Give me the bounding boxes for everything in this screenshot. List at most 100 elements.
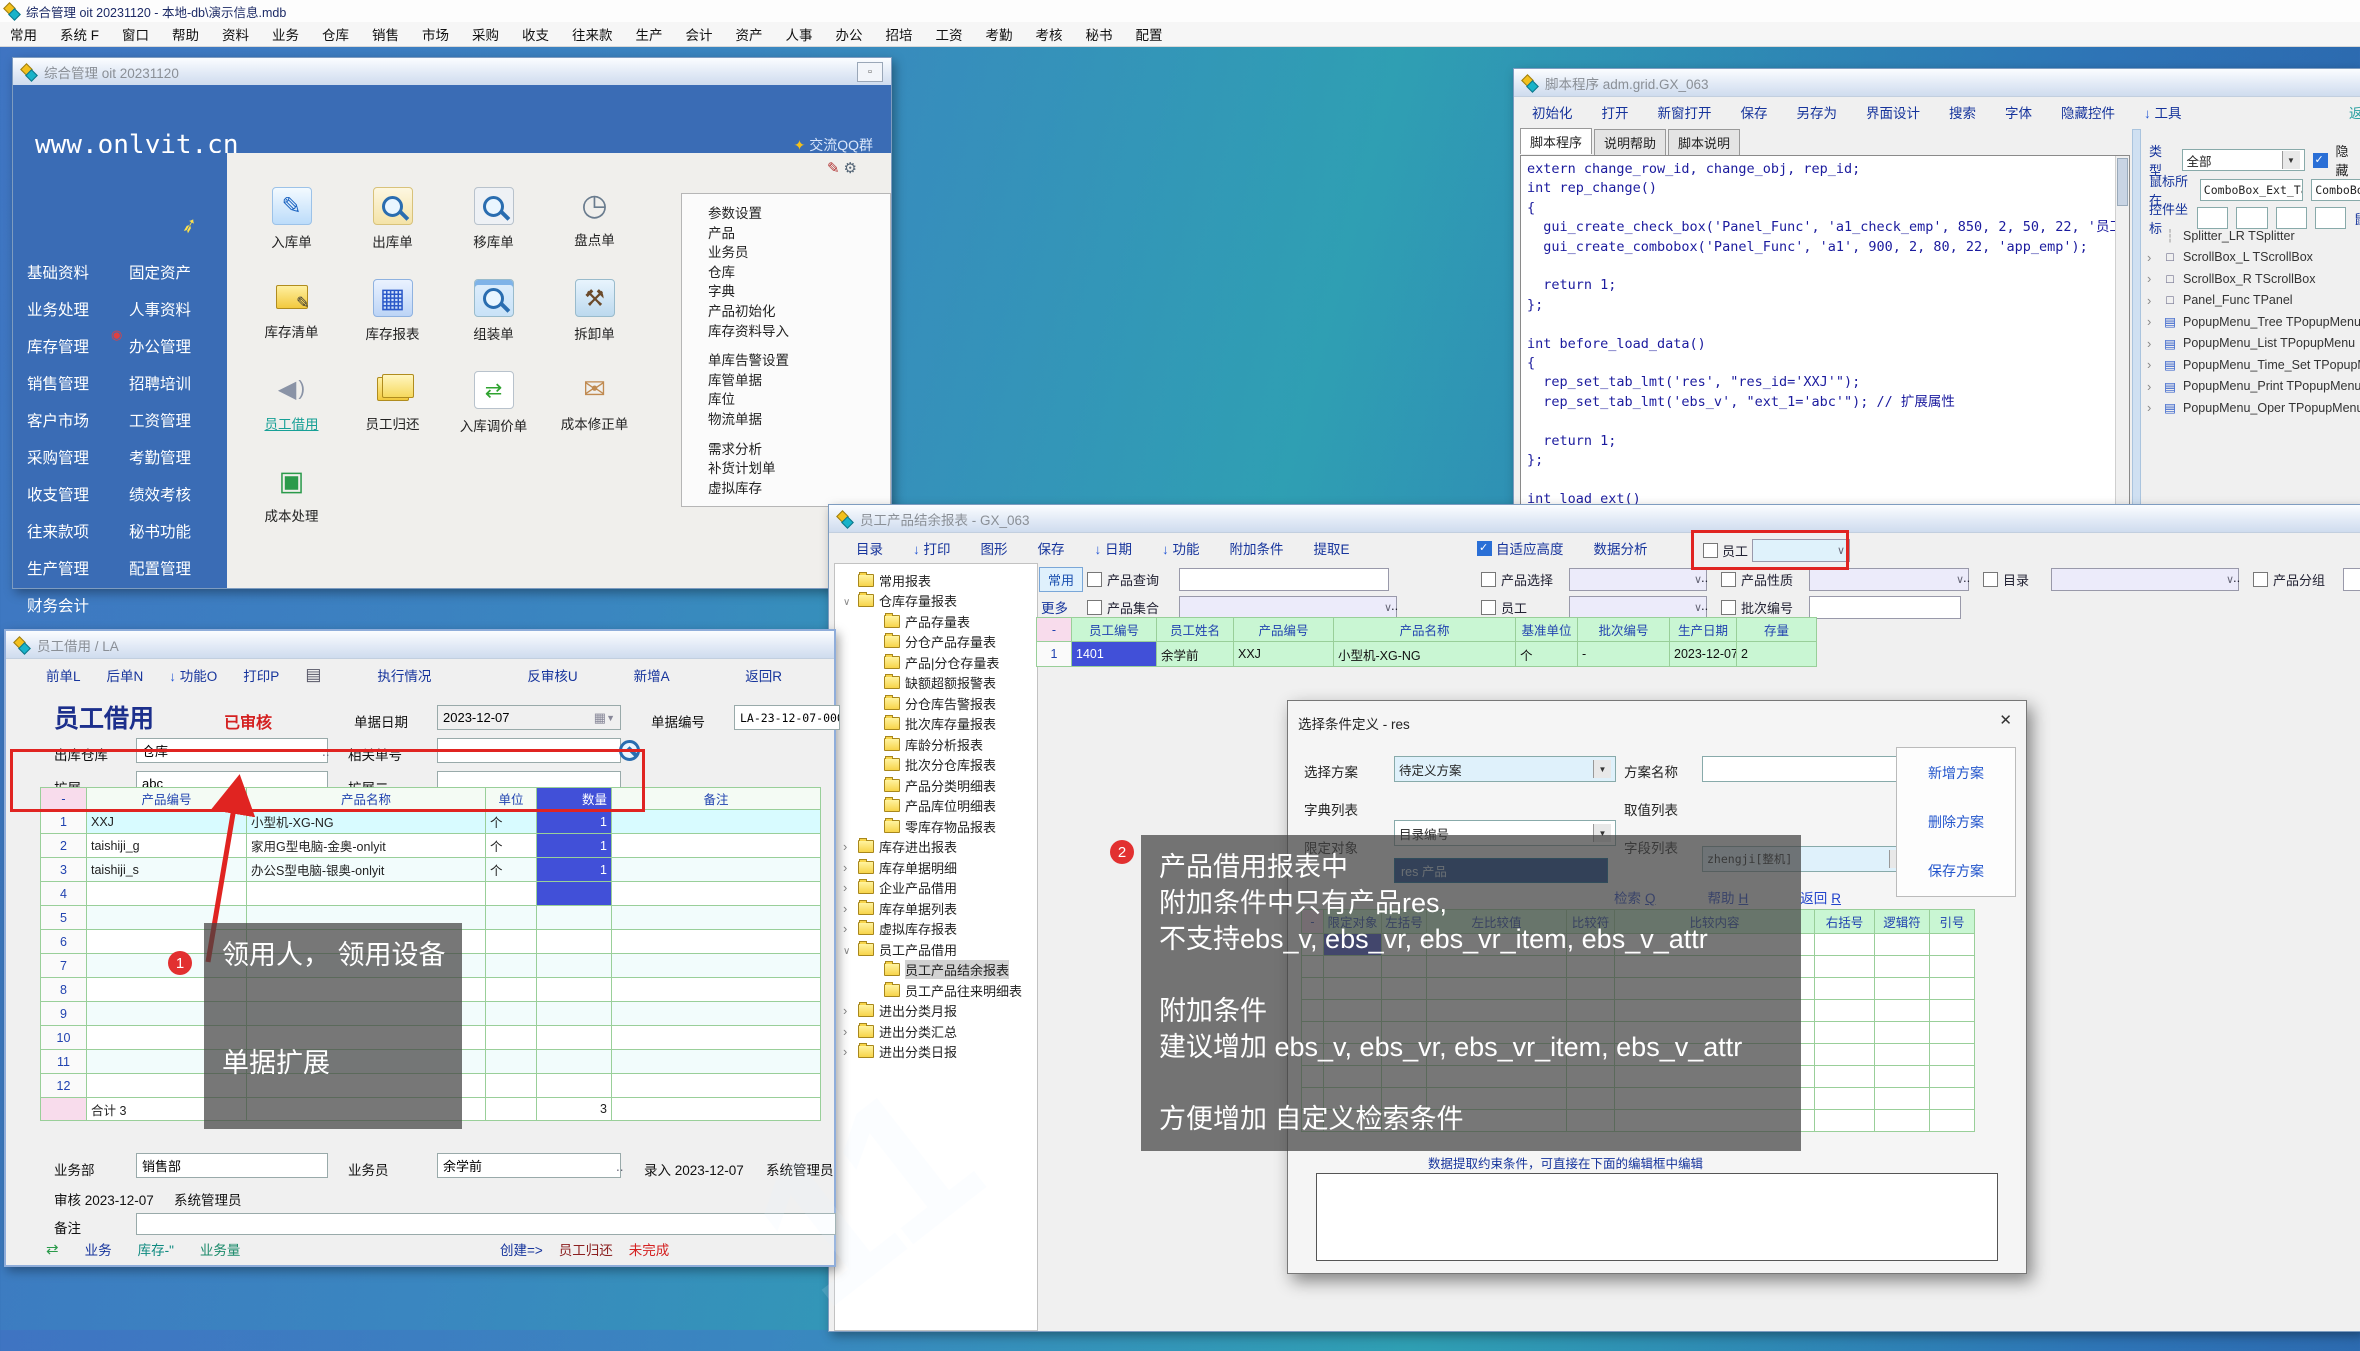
menu-item[interactable]: 系统 F: [60, 24, 99, 44]
shortcut[interactable]: 员工借用: [241, 367, 342, 459]
dialog-link[interactable]: 返回R: [1800, 887, 1841, 907]
quick-menu-item[interactable]: 需求分析: [708, 440, 890, 460]
toolbar-item[interactable]: 打印: [913, 538, 951, 558]
report-tree-item[interactable]: 进出分类月报: [835, 1001, 1037, 1022]
quick-menu-item[interactable]: 单库告警设置: [708, 351, 890, 371]
table-cell[interactable]: [486, 1002, 537, 1026]
date-picker[interactable]: 2023-12-07 ▦ ▼: [437, 705, 621, 730]
menu-item[interactable]: 秘书: [1086, 24, 1113, 44]
control-tree-item[interactable]: ScrollBox_R TScrollBox: [2147, 268, 2360, 290]
table-cell[interactable]: [537, 978, 612, 1002]
table-cell[interactable]: 3: [41, 858, 87, 882]
table-cell[interactable]: 1: [41, 810, 87, 834]
table-cell[interactable]: [1815, 1022, 1875, 1044]
table-cell[interactable]: taishiji_s: [87, 858, 247, 882]
shortcut[interactable]: 拆卸单: [544, 275, 645, 367]
menu-item[interactable]: 窗口: [122, 24, 149, 44]
table-cell[interactable]: 个: [486, 810, 537, 834]
tab-script[interactable]: 脚本程序: [1520, 128, 1592, 154]
shortcut[interactable]: 盘点单: [544, 183, 645, 275]
toolbar-item[interactable]: 隐藏控件: [2061, 102, 2115, 122]
menu-item[interactable]: 仓库: [322, 24, 349, 44]
control-tree-item[interactable]: PopupMenu_Print TPopupMenu: [2147, 376, 2360, 398]
table-cell[interactable]: 1: [537, 834, 612, 858]
menu-item[interactable]: 采购: [472, 24, 499, 44]
control-tree-item[interactable]: PopupMenu_List TPopupMenu: [2147, 333, 2360, 355]
more-filter-button[interactable]: 更多: [1041, 597, 1068, 617]
table-cell[interactable]: 4: [41, 882, 87, 906]
report-tree-item[interactable]: 员工产品往来明细表: [835, 980, 1037, 1001]
borrow-window-titlebar[interactable]: 员工借用 / LA: [6, 631, 834, 659]
tools-menu[interactable]: ↓ 工具: [2144, 102, 2182, 122]
search-icon[interactable]: [618, 740, 640, 760]
table-cell[interactable]: [1930, 1000, 1975, 1022]
table-cell[interactable]: [1815, 1088, 1875, 1110]
shortcut[interactable]: 成本处理: [241, 459, 342, 551]
report-tree-item[interactable]: 零库存物品报表: [835, 816, 1037, 837]
table-cell[interactable]: 个: [486, 858, 537, 882]
tab-help[interactable]: 说明帮助: [1594, 129, 1666, 155]
table-cell[interactable]: 6: [41, 930, 87, 954]
quick-menu-item[interactable]: 业务员: [708, 243, 890, 263]
product-query-filter[interactable]: 产品查询: [1087, 570, 1159, 589]
dots[interactable]: ..: [1701, 570, 1708, 585]
report-tree-item[interactable]: 库龄分析报表: [835, 734, 1037, 755]
quick-menu-item[interactable]: 虚拟库存: [708, 479, 890, 499]
table-cell[interactable]: [1930, 1066, 1975, 1088]
table-cell[interactable]: taishiji_g: [87, 834, 247, 858]
menu-item[interactable]: 业务: [272, 24, 299, 44]
sidebar-item[interactable]: 工资管理: [129, 401, 191, 438]
table-cell[interactable]: 8: [41, 978, 87, 1002]
table-cell[interactable]: -: [1578, 642, 1670, 667]
report-window-titlebar[interactable]: 员工产品结余报表 - GX_063: [829, 505, 2360, 533]
product-nature-dropdown[interactable]: [1809, 568, 1969, 591]
table-cell[interactable]: [1815, 934, 1875, 956]
toolbar-item[interactable]: 附加条件: [1230, 538, 1284, 558]
qq-group-link[interactable]: ✦ 交流QQ群: [794, 135, 873, 155]
mouse-at-field-2[interactable]: ComboBox: [2311, 179, 2360, 201]
toolbar-item[interactable]: 提取E: [1314, 538, 1350, 558]
table-cell[interactable]: 2: [1737, 642, 1817, 667]
menu-item[interactable]: 收支: [522, 24, 549, 44]
create-link[interactable]: 创建=>: [500, 1239, 543, 1259]
toolbar-item[interactable]: 新窗打开: [1658, 102, 1712, 122]
execution-status-link[interactable]: 执行情况: [377, 665, 431, 685]
table-cell[interactable]: [1875, 978, 1930, 1000]
table-cell[interactable]: [1875, 1066, 1930, 1088]
table-cell[interactable]: 11: [41, 1050, 87, 1074]
employee-checkbox[interactable]: [1703, 543, 1718, 558]
menu-item[interactable]: 生产: [636, 24, 663, 44]
employee-row-filter[interactable]: 员工: [1481, 598, 1527, 617]
report-tree-item[interactable]: 批次库存量报表: [835, 714, 1037, 735]
control-tree-item[interactable]: Splitter_LR TSplitter: [2147, 225, 2360, 247]
table-cell[interactable]: [1930, 956, 1975, 978]
table-cell[interactable]: [486, 954, 537, 978]
add-new-button[interactable]: 新增A: [634, 665, 670, 685]
report-tree-item[interactable]: 库存进出报表: [835, 837, 1037, 858]
menu-item[interactable]: 资料: [222, 24, 249, 44]
sidebar-item[interactable]: 配置管理: [129, 549, 191, 586]
doc-no-field[interactable]: LA-23-12-07-000: [734, 705, 840, 730]
control-tree-item[interactable]: PopupMenu_Time_Set TPopupMenu: [2147, 354, 2360, 376]
hide-checkbox[interactable]: [2313, 153, 2328, 168]
quick-menu-item[interactable]: 物流单据: [708, 410, 890, 430]
printer-icon[interactable]: ▤: [305, 665, 321, 685]
table-cell[interactable]: 1: [1037, 642, 1072, 667]
type-select[interactable]: 全部▼: [2182, 149, 2305, 171]
table-cell[interactable]: [1930, 1044, 1975, 1066]
shortcut[interactable]: 出库单: [342, 183, 443, 275]
sidebar-item[interactable]: 财务会计: [27, 586, 89, 623]
table-cell[interactable]: 1: [537, 810, 612, 834]
shortcut[interactable]: 入库调价单: [443, 367, 544, 459]
table-cell[interactable]: [1875, 1022, 1930, 1044]
table-cell[interactable]: XXJ: [87, 810, 247, 834]
table-cell[interactable]: [1875, 956, 1930, 978]
table-cell[interactable]: [612, 1026, 821, 1050]
table-cell[interactable]: [612, 834, 821, 858]
unaudit-button[interactable]: 反审核U: [527, 665, 577, 685]
shortcut[interactable]: 库存清单: [241, 275, 342, 367]
menu-item[interactable]: 工资: [936, 24, 963, 44]
table-cell[interactable]: 1401: [1072, 642, 1157, 667]
toolbar-item[interactable]: 功能: [1162, 538, 1200, 558]
table-cell[interactable]: [1815, 978, 1875, 1000]
